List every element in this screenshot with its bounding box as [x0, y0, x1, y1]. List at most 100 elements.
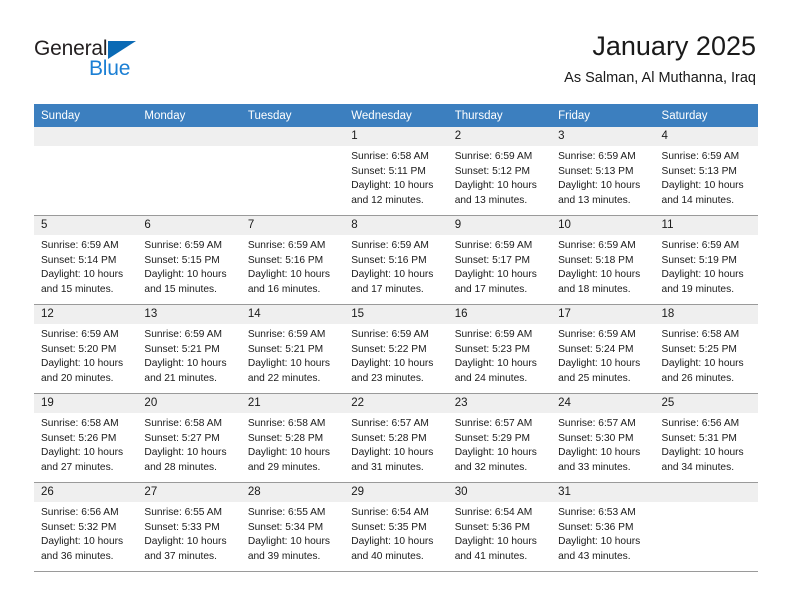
- calendar-day-cell[interactable]: 20 Sunrise: 6:58 AM Sunset: 5:27 PM Dayligh…: [137, 394, 241, 483]
- daylight-duration-line1: Daylight: 10 hours: [558, 447, 641, 459]
- day-number: 12: [34, 305, 138, 324]
- daylight-duration-line2: and 39 minutes.: [247, 550, 321, 562]
- day-sun-info: Sunrise: 6:59 AM Sunset: 5:15 PM Daylight:…: [137, 235, 240, 297]
- day-box: 23 Sunrise: 6:57 AM Sunset: 5:29 PM Dayligh…: [447, 394, 552, 482]
- sunrise-time: Sunrise: 6:56 AM: [661, 418, 740, 429]
- day-number: 8: [344, 216, 448, 235]
- calendar-day-cell[interactable]: 17 Sunrise: 6:59 AM Sunset: 5:24 PM Dayligh…: [551, 305, 655, 394]
- calendar-day-cell[interactable]: 14 Sunrise: 6:59 AM Sunset: 5:21 PM Dayligh…: [240, 305, 345, 394]
- day-box: 25 Sunrise: 6:56 AM Sunset: 5:31 PM Dayligh…: [654, 394, 758, 482]
- daylight-duration-line1: Daylight: 10 hours: [41, 269, 124, 281]
- daylight-duration-line1: Daylight: 10 hours: [351, 269, 434, 281]
- day-sun-info: Sunrise: 6:59 AM Sunset: 5:12 PM Daylight:…: [448, 146, 551, 208]
- day-box: 19 Sunrise: 6:58 AM Sunset: 5:26 PM Dayligh…: [34, 394, 138, 482]
- daylight-duration-line2: and 36 minutes.: [41, 550, 114, 562]
- day-number: 2: [447, 127, 552, 146]
- sunset-time: Sunset: 5:28 PM: [247, 432, 324, 444]
- calendar-day-cell[interactable]: 15 Sunrise: 6:59 AM Sunset: 5:22 PM Dayligh…: [344, 305, 448, 394]
- sunset-time: Sunset: 5:27 PM: [144, 432, 220, 444]
- calendar-grid: Sunday Monday Tuesday Wednesday Thursday Frid…: [34, 104, 758, 572]
- sunset-time: Sunset: 5:30 PM: [558, 432, 634, 444]
- day-sun-info: [137, 146, 240, 150]
- sunset-time: Sunset: 5:33 PM: [144, 521, 220, 533]
- day-box: 11 Sunrise: 6:59 AM Sunset: 5:19 PM Dayligh…: [654, 216, 758, 304]
- daylight-duration-line1: Daylight: 10 hours: [558, 536, 641, 548]
- day-box: 24 Sunrise: 6:57 AM Sunset: 5:30 PM Dayligh…: [551, 394, 655, 482]
- day-sun-info: Sunrise: 6:59 AM Sunset: 5:17 PM Daylight:…: [448, 235, 551, 297]
- calendar-week-row: 12 Sunrise: 6:59 AM Sunset: 5:20 PM Dayligh…: [34, 305, 758, 394]
- general-blue-logo[interactable]: General Blue: [34, 38, 164, 84]
- day-sun-info: Sunrise: 6:59 AM Sunset: 5:16 PM Daylight:…: [344, 235, 447, 297]
- calendar-day-cell[interactable]: 23 Sunrise: 6:57 AM Sunset: 5:29 PM Dayligh…: [447, 394, 552, 483]
- sunset-time: Sunset: 5:15 PM: [144, 254, 220, 266]
- calendar-day-cell[interactable]: 21 Sunrise: 6:58 AM Sunset: 5:28 PM Dayligh…: [240, 394, 345, 483]
- day-box: [137, 127, 241, 215]
- day-number: [240, 127, 345, 146]
- daylight-duration-line2: and 19 minutes.: [661, 283, 735, 295]
- calendar-day-cell[interactable]: 19 Sunrise: 6:58 AM Sunset: 5:26 PM Dayligh…: [34, 394, 138, 483]
- daylight-duration-line2: and 15 minutes.: [144, 283, 217, 295]
- sunrise-time: Sunrise: 6:59 AM: [454, 151, 533, 162]
- daylight-duration-line2: and 23 minutes.: [351, 372, 424, 384]
- calendar-day-cell[interactable]: 25 Sunrise: 6:56 AM Sunset: 5:31 PM Dayligh…: [654, 394, 758, 483]
- calendar-day-cell[interactable]: 29 Sunrise: 6:54 AM Sunset: 5:35 PM Dayligh…: [344, 483, 448, 572]
- day-box: 28 Sunrise: 6:55 AM Sunset: 5:34 PM Dayligh…: [240, 483, 345, 571]
- day-number: 28: [240, 483, 345, 502]
- calendar-day-cell[interactable]: 8 Sunrise: 6:59 AM Sunset: 5:16 PM Daylight…: [344, 216, 448, 305]
- day-box: 27 Sunrise: 6:55 AM Sunset: 5:33 PM Dayligh…: [137, 483, 241, 571]
- daylight-duration-line1: Daylight: 10 hours: [454, 180, 537, 192]
- day-number: 20: [137, 394, 241, 413]
- calendar-day-cell[interactable]: 27 Sunrise: 6:55 AM Sunset: 5:33 PM Dayligh…: [137, 483, 241, 572]
- day-number: 5: [34, 216, 138, 235]
- day-number: 18: [654, 305, 758, 324]
- sunrise-time: Sunrise: 6:59 AM: [661, 240, 740, 251]
- calendar-day-cell[interactable]: 10 Sunrise: 6:59 AM Sunset: 5:18 PM Dayligh…: [551, 216, 655, 305]
- daylight-duration-line1: Daylight: 10 hours: [558, 269, 641, 281]
- day-sun-info: Sunrise: 6:59 AM Sunset: 5:23 PM Daylight:…: [448, 324, 551, 386]
- calendar-day-cell[interactable]: 11 Sunrise: 6:59 AM Sunset: 5:19 PM Dayligh…: [654, 216, 758, 305]
- calendar-day-cell[interactable]: 30 Sunrise: 6:54 AM Sunset: 5:36 PM Dayligh…: [447, 483, 552, 572]
- calendar-day-cell[interactable]: 22 Sunrise: 6:57 AM Sunset: 5:28 PM Dayligh…: [344, 394, 448, 483]
- day-number: 21: [240, 394, 345, 413]
- day-sun-info: [241, 146, 344, 150]
- calendar-day-cell[interactable]: 18 Sunrise: 6:58 AM Sunset: 5:25 PM Dayligh…: [654, 305, 758, 394]
- calendar-day-cell[interactable]: 12 Sunrise: 6:59 AM Sunset: 5:20 PM Dayligh…: [34, 305, 138, 394]
- calendar-day-cell[interactable]: 4 Sunrise: 6:59 AM Sunset: 5:13 PM Daylight…: [654, 127, 758, 216]
- daylight-duration-line1: Daylight: 10 hours: [661, 447, 744, 459]
- calendar-day-cell[interactable]: 7 Sunrise: 6:59 AM Sunset: 5:16 PM Daylight…: [240, 216, 345, 305]
- day-number: 6: [137, 216, 241, 235]
- daylight-duration-line2: and 22 minutes.: [247, 372, 321, 384]
- sunset-time: Sunset: 5:18 PM: [558, 254, 634, 266]
- day-number: 30: [447, 483, 552, 502]
- calendar-day-cell[interactable]: 13 Sunrise: 6:59 AM Sunset: 5:21 PM Dayligh…: [137, 305, 241, 394]
- day-box: 9 Sunrise: 6:59 AM Sunset: 5:17 PM Daylight…: [447, 216, 552, 304]
- day-sun-info: Sunrise: 6:58 AM Sunset: 5:11 PM Daylight:…: [344, 146, 447, 208]
- day-number: 19: [34, 394, 138, 413]
- calendar-day-cell[interactable]: 3 Sunrise: 6:59 AM Sunset: 5:13 PM Daylight…: [551, 127, 655, 216]
- daylight-duration-line1: Daylight: 10 hours: [454, 536, 537, 548]
- calendar-day-cell[interactable]: 5 Sunrise: 6:59 AM Sunset: 5:14 PM Daylight…: [34, 216, 138, 305]
- calendar-day-cell[interactable]: 28 Sunrise: 6:55 AM Sunset: 5:34 PM Dayligh…: [240, 483, 345, 572]
- calendar-day-cell[interactable]: 31 Sunrise: 6:53 AM Sunset: 5:36 PM Dayligh…: [551, 483, 655, 572]
- calendar-week-row: 19 Sunrise: 6:58 AM Sunset: 5:26 PM Dayligh…: [34, 394, 758, 483]
- day-sun-info: Sunrise: 6:59 AM Sunset: 5:18 PM Daylight:…: [551, 235, 654, 297]
- day-box: [34, 127, 138, 215]
- calendar-day-cell[interactable]: 26 Sunrise: 6:56 AM Sunset: 5:32 PM Dayligh…: [34, 483, 138, 572]
- calendar-week-row: 1 Sunrise: 6:58 AM Sunset: 5:11 PM Daylight…: [34, 127, 758, 216]
- calendar-day-cell[interactable]: 2 Sunrise: 6:59 AM Sunset: 5:12 PM Daylight…: [447, 127, 552, 216]
- calendar-day-cell[interactable]: 1 Sunrise: 6:58 AM Sunset: 5:11 PM Daylight…: [344, 127, 448, 216]
- sunrise-time: Sunrise: 6:59 AM: [558, 240, 636, 251]
- daylight-duration-line1: Daylight: 10 hours: [454, 358, 537, 370]
- day-box: 2 Sunrise: 6:59 AM Sunset: 5:12 PM Daylight…: [447, 127, 552, 215]
- sunrise-time: Sunrise: 6:59 AM: [558, 151, 636, 162]
- sunrise-time: Sunrise: 6:55 AM: [247, 507, 326, 518]
- page-title: January 2025: [592, 31, 756, 61]
- daylight-duration-line1: Daylight: 10 hours: [351, 447, 434, 459]
- daylight-duration-line1: Daylight: 10 hours: [661, 358, 744, 370]
- calendar-day-cell[interactable]: 6 Sunrise: 6:59 AM Sunset: 5:15 PM Daylight…: [137, 216, 241, 305]
- daylight-duration-line2: and 26 minutes.: [661, 372, 735, 384]
- calendar-day-cell[interactable]: 16 Sunrise: 6:59 AM Sunset: 5:23 PM Dayligh…: [447, 305, 552, 394]
- sunset-time: Sunset: 5:32 PM: [41, 521, 117, 533]
- calendar-day-cell[interactable]: 24 Sunrise: 6:57 AM Sunset: 5:30 PM Dayligh…: [551, 394, 655, 483]
- calendar-day-cell[interactable]: 9 Sunrise: 6:59 AM Sunset: 5:17 PM Daylight…: [447, 216, 552, 305]
